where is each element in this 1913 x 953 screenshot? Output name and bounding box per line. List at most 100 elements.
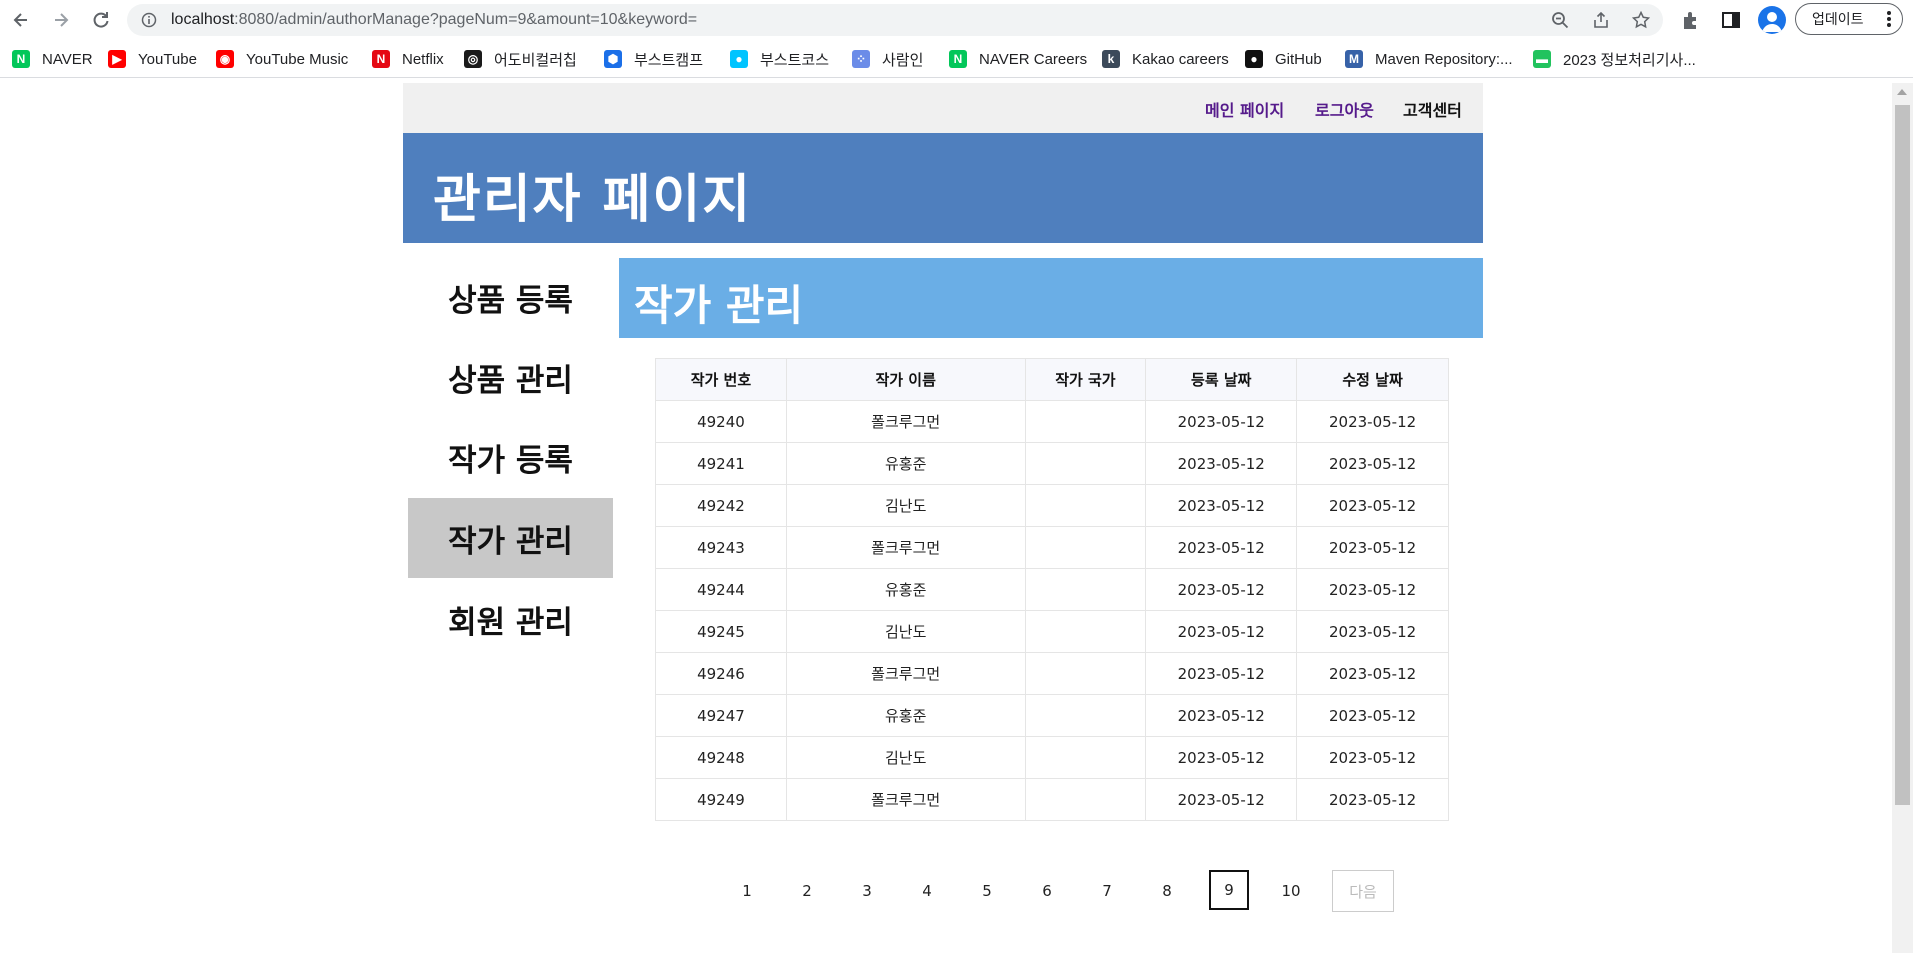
share-icon[interactable]	[1592, 11, 1610, 29]
page-link[interactable]: 5	[972, 870, 1002, 912]
page-link[interactable]: 8	[1152, 870, 1182, 912]
table-cell: 2023-05-12	[1296, 400, 1449, 443]
table-cell: 49245	[655, 610, 787, 653]
column-header: 작가 국가	[1024, 358, 1147, 401]
table-cell	[1024, 736, 1147, 779]
author-name-link[interactable]: 유홍준	[785, 694, 1026, 737]
sidebar-item-5[interactable]: 회원 관리	[408, 580, 613, 658]
table-cell	[1024, 442, 1147, 485]
table-row: 49247 유홍준 2023-05-12 2023-05-12	[655, 694, 1449, 737]
side-panel-icon[interactable]	[1720, 9, 1742, 31]
author-name-link[interactable]: 폴크루그먼	[785, 778, 1026, 821]
bookmark-adobe-color[interactable]: ◎ 어도비컬러칩	[464, 49, 577, 69]
author-name-link[interactable]: 폴크루그먼	[785, 400, 1026, 443]
page-link[interactable]: 7	[1092, 870, 1122, 912]
bookmark-label: 부스트캠프	[634, 51, 704, 69]
youtube-icon: ▶	[108, 50, 126, 68]
table-row: 49240 폴크루그먼 2023-05-12 2023-05-12	[655, 400, 1449, 443]
page-link[interactable]: 2	[792, 870, 822, 912]
page-header: 관리자 페이지	[403, 133, 1483, 243]
bookmark-chat[interactable]: ▬ 2023 정보처리기사...	[1533, 49, 1696, 69]
table-cell: 2023-05-12	[1145, 400, 1298, 443]
bookmark-star-icon[interactable]	[1632, 11, 1650, 29]
sidebar-item-4[interactable]: 작가 관리	[408, 498, 613, 578]
bookmark-boostcourse[interactable]: ● 부스트코스	[730, 49, 829, 69]
sidebar-item-2[interactable]: 상품 관리	[408, 338, 613, 416]
github-icon: ●	[1245, 50, 1263, 68]
bookmark-kakao-careers[interactable]: k Kakao careers	[1102, 49, 1229, 69]
table-row: 49248 김난도 2023-05-12 2023-05-12	[655, 736, 1449, 779]
bookmark-label: 어도비컬러칩	[494, 51, 577, 69]
netflix-icon: N	[372, 50, 390, 68]
bookmark-boostcamp[interactable]: ⬢ 부스트캠프	[604, 49, 703, 69]
adobe-color-icon: ◎	[464, 50, 482, 68]
column-header: 작가 번호	[655, 358, 787, 401]
profile-avatar[interactable]	[1758, 6, 1786, 34]
scroll-up-icon[interactable]	[1897, 89, 1907, 95]
logout-link[interactable]: 로그아웃	[1315, 97, 1374, 121]
kakao-careers-icon: k	[1102, 50, 1120, 68]
table-cell	[1024, 526, 1147, 569]
page-link[interactable]: 3	[852, 870, 882, 912]
zoom-icon[interactable]	[1551, 11, 1569, 29]
bookmark-github[interactable]: ● GitHub	[1245, 49, 1322, 69]
maven-icon: M	[1345, 50, 1363, 68]
bookmark-maven[interactable]: M Maven Repository:...	[1345, 49, 1513, 69]
author-name-link[interactable]: 폴크루그먼	[785, 526, 1026, 569]
bookmark-naver-careers[interactable]: N NAVER Careers	[949, 49, 1087, 69]
page-link[interactable]: 4	[912, 870, 942, 912]
section-title-bar: 작가 관리	[619, 258, 1483, 338]
table-cell: 2023-05-12	[1296, 526, 1449, 569]
table-cell: 2023-05-12	[1296, 778, 1449, 821]
update-button[interactable]: 업데이트	[1795, 3, 1903, 35]
support-link[interactable]: 고객센터	[1403, 97, 1462, 121]
page-scrollbar[interactable]	[1892, 83, 1913, 953]
boostcamp-icon: ⬢	[604, 50, 622, 68]
table-row: 49249 폴크루그먼 2023-05-12 2023-05-12	[655, 778, 1449, 821]
author-name-link[interactable]: 유홍준	[785, 568, 1026, 611]
table-cell	[1024, 610, 1147, 653]
author-name-link[interactable]: 김난도	[785, 484, 1026, 527]
next-page-button[interactable]: 다음	[1332, 870, 1394, 912]
page-link[interactable]: 6	[1032, 870, 1062, 912]
table-cell: 2023-05-12	[1296, 610, 1449, 653]
boostcourse-icon: ●	[730, 50, 748, 68]
table-cell: 49248	[655, 736, 787, 779]
page-link[interactable]: 1	[732, 870, 762, 912]
author-name-link[interactable]: 폴크루그먼	[785, 652, 1026, 695]
site-info-icon[interactable]	[141, 12, 157, 28]
page-link[interactable]: 10	[1276, 870, 1306, 912]
table-cell: 2023-05-12	[1296, 442, 1449, 485]
table-cell: 2023-05-12	[1145, 442, 1298, 485]
sidebar-item-1[interactable]: 상품 등록	[408, 258, 613, 336]
sidebar-item-3[interactable]: 작가 등록	[408, 418, 613, 496]
table-cell: 2023-05-12	[1145, 484, 1298, 527]
table-cell: 49247	[655, 694, 787, 737]
update-label: 업데이트	[1812, 12, 1864, 28]
bookmark-netflix[interactable]: N Netflix	[372, 49, 444, 69]
bookmark-youtube-music[interactable]: ◉ YouTube Music	[216, 49, 348, 69]
author-name-link[interactable]: 김난도	[785, 610, 1026, 653]
back-button[interactable]	[6, 5, 36, 35]
admin-sidebar: 상품 등록 상품 관리 작가 등록 작가 관리 회원 관리	[408, 258, 613, 660]
table-row: 49244 유홍준 2023-05-12 2023-05-12	[655, 568, 1449, 611]
table-cell: 2023-05-12	[1296, 568, 1449, 611]
bookmark-label: Kakao careers	[1132, 50, 1229, 68]
forward-button[interactable]	[46, 5, 76, 35]
table-header-row: 작가 번호 작가 이름 작가 국가 등록 날짜 수정 날짜	[655, 358, 1449, 401]
bookmark-youtube[interactable]: ▶ YouTube	[108, 49, 197, 69]
table-row: 49245 김난도 2023-05-12 2023-05-12	[655, 610, 1449, 653]
author-name-link[interactable]: 김난도	[785, 736, 1026, 779]
extensions-puzzle-icon[interactable]	[1680, 9, 1702, 31]
bookmark-label: YouTube	[138, 50, 197, 68]
bookmark-saramin[interactable]: ⁘ 사람인	[852, 49, 923, 69]
naver-careers-icon: N	[949, 50, 967, 68]
main-page-link[interactable]: 메인 페이지	[1205, 97, 1284, 121]
column-header: 수정 날짜	[1296, 358, 1449, 401]
address-bar[interactable]: localhost:8080/admin/authorManage?pageNu…	[127, 4, 1663, 36]
reload-button[interactable]	[86, 5, 116, 35]
author-name-link[interactable]: 유홍준	[785, 442, 1026, 485]
bookmark-naver[interactable]: N NAVER	[12, 49, 93, 69]
page-current[interactable]: 9	[1209, 870, 1249, 910]
scroll-thumb[interactable]	[1895, 105, 1910, 805]
